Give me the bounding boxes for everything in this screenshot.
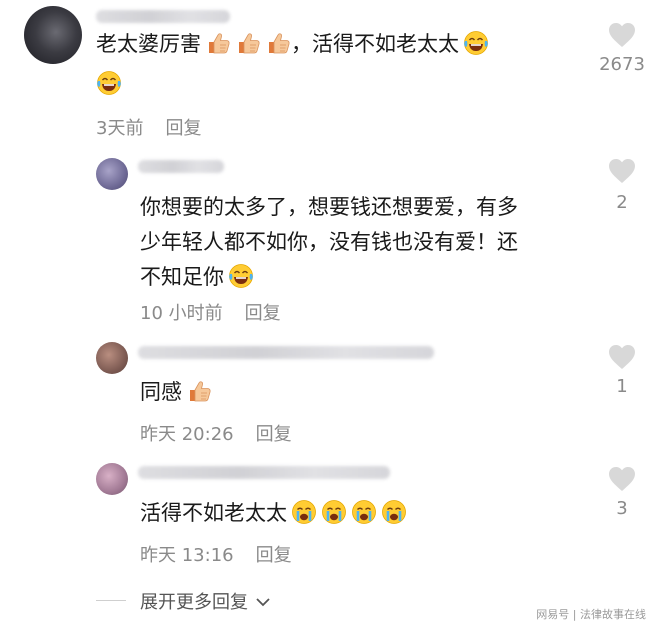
comment-time: 10 小时前 [140, 303, 223, 324]
thumbs-up-emoji-icon [235, 30, 261, 56]
comment-meta: 10 小时前 回复 [140, 299, 281, 325]
thumbs-up-emoji-icon [186, 378, 212, 404]
username-blurred[interactable] [96, 10, 230, 23]
avatar[interactable] [96, 463, 128, 495]
avatar[interactable] [96, 342, 128, 374]
divider-line [96, 600, 126, 601]
comment-time: 3天前 [96, 118, 144, 139]
comment-text: 活得不如老太太 [140, 496, 407, 531]
laughing-tears-emoji-icon [228, 263, 254, 289]
comment-text-line-3-text: 不知足你 [140, 265, 224, 289]
like-count: 1 [616, 376, 628, 397]
comment-text-line-1: 你想要的太多了，想要钱还想要爱，有多 [140, 195, 518, 219]
watermark: 网易号 | 法律故事在线 [536, 608, 646, 621]
username-blurred[interactable] [138, 160, 224, 173]
thumbs-up-emoji-icon [205, 30, 231, 56]
crying-emoji-icon [381, 499, 407, 525]
comment-text: 老太婆厉害 ，活得不如老太太 [96, 27, 489, 62]
comment-time: 昨天 13:16 [140, 545, 234, 566]
comment-text-line-3: 不知足你 [140, 260, 254, 295]
comment-meta: 3天前 回复 [96, 114, 201, 140]
heart-icon[interactable] [608, 466, 636, 492]
comment-meta: 昨天 13:16 回复 [140, 541, 292, 567]
reply-button[interactable]: 回复 [256, 424, 292, 445]
reply-button[interactable]: 回复 [256, 545, 292, 566]
heart-icon[interactable] [608, 22, 636, 48]
thumbs-up-emoji-icon [265, 30, 291, 56]
crying-emoji-icon [321, 499, 347, 525]
comment-text-tail: ，活得不如老太太 [291, 32, 459, 56]
heart-icon[interactable] [608, 344, 636, 370]
laughing-tears-emoji-icon [96, 70, 122, 96]
reply-button[interactable]: 回复 [165, 118, 201, 139]
expand-more-replies-button[interactable]: 展开更多回复 [140, 588, 270, 614]
comment-text-main: 活得不如老太太 [140, 501, 287, 525]
chevron-down-icon [256, 598, 270, 607]
comment-text-second-line [96, 70, 122, 96]
comment-time: 昨天 20:26 [140, 424, 234, 445]
avatar[interactable] [96, 158, 128, 190]
comment-text: 同感 [140, 375, 212, 410]
like-count: 2673 [599, 54, 645, 75]
comment-text-main: 同感 [140, 380, 182, 404]
username-blurred[interactable] [138, 466, 390, 479]
crying-emoji-icon [291, 499, 317, 525]
like-count: 2 [616, 192, 628, 213]
comment-text-main: 老太婆厉害 [96, 32, 201, 56]
heart-icon[interactable] [608, 158, 636, 184]
like-count: 3 [616, 498, 628, 519]
username-blurred[interactable] [138, 346, 434, 359]
laughing-tears-emoji-icon [463, 30, 489, 56]
reply-button[interactable]: 回复 [245, 303, 281, 324]
expand-more-label: 展开更多回复 [140, 592, 248, 613]
avatar[interactable] [24, 6, 82, 64]
comment-text-line-2: 少年轻人都不如你，没有钱也没有爱！还 [140, 230, 518, 254]
crying-emoji-icon [351, 499, 377, 525]
comment-meta: 昨天 20:26 回复 [140, 420, 292, 446]
